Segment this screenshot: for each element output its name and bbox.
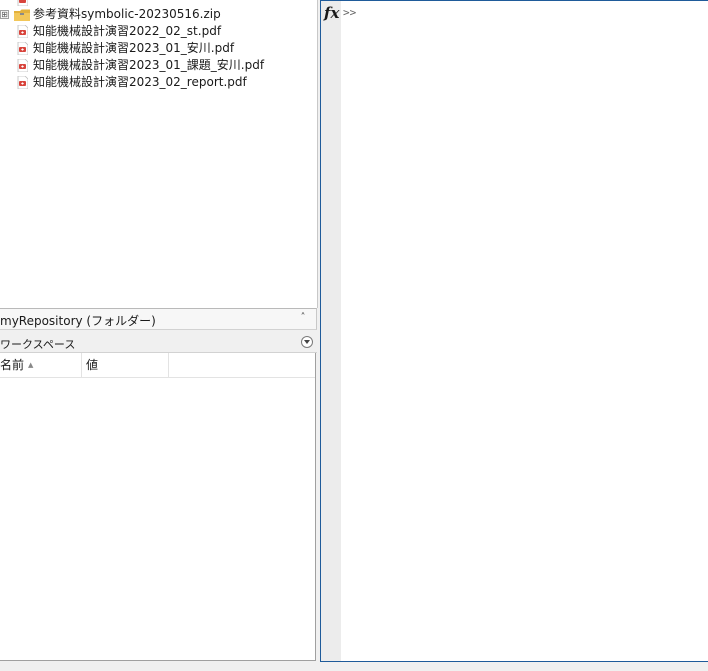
column-label: 名前 (0, 358, 25, 372)
pdf-icon (17, 59, 28, 72)
file-row-pdf[interactable]: 知能機械設計演習2023_01_課題_安川.pdf (0, 57, 317, 74)
file-name: 知能機械設計演習2023_01_安川.pdf (33, 41, 235, 55)
table-header: 名前 ▲ 値 (0, 353, 315, 378)
status-bar (0, 662, 708, 671)
zip-folder-icon (14, 9, 30, 21)
file-name: 参考資料symbolic-20230516.zip (33, 7, 221, 21)
current-folder-pane[interactable]: ⊞ 参考資料symbolic-20230516.zip 知能機械設計演習2022… (0, 0, 318, 308)
file-row-pdf[interactable]: 知能機械設計演習2022_02_st.pdf (0, 23, 317, 40)
matlab-window: ⊞ 参考資料symbolic-20230516.zip 知能機械設計演習2022… (0, 0, 708, 671)
workspace-title: ワークスペース (0, 338, 76, 351)
column-label: 値 (86, 358, 99, 372)
sort-ascending-icon: ▲ (28, 361, 34, 369)
command-window[interactable]: fx >> (320, 0, 708, 662)
workspace-header: ワークスペース (0, 333, 317, 353)
column-header-name[interactable]: 名前 ▲ (0, 353, 82, 378)
pdf-icon (17, 42, 28, 55)
workspace-actions-icon[interactable] (301, 336, 313, 348)
pdf-icon (17, 76, 28, 89)
file-row-pdf[interactable]: 知能機械設計演習2023_02_report.pdf (0, 74, 317, 91)
folder-details-bar[interactable]: myRepository (フォルダー) ˄ (0, 308, 317, 330)
expand-icon[interactable]: ⊞ (0, 10, 9, 19)
folder-title: myRepository (フォルダー) (0, 314, 156, 328)
pdf-icon (17, 25, 28, 38)
chevron-up-icon[interactable]: ˄ (296, 311, 310, 325)
command-gutter (321, 1, 341, 661)
file-row-zip[interactable]: ⊞ 参考資料symbolic-20230516.zip (0, 6, 317, 23)
file-row-pdf[interactable]: 知能機械設計演習2023_01_安川.pdf (0, 40, 317, 57)
fx-icon[interactable]: fx (324, 4, 339, 22)
file-name: 知能機械設計演習2023_01_課題_安川.pdf (33, 58, 265, 72)
file-name: 知能機械設計演習2023_02_report.pdf (33, 75, 247, 89)
file-name: 知能機械設計演習2022_02_st.pdf (33, 24, 222, 38)
command-prompt: >> (343, 6, 357, 19)
column-header-value[interactable]: 値 (82, 353, 169, 378)
workspace-table[interactable]: 名前 ▲ 値 (0, 353, 316, 661)
